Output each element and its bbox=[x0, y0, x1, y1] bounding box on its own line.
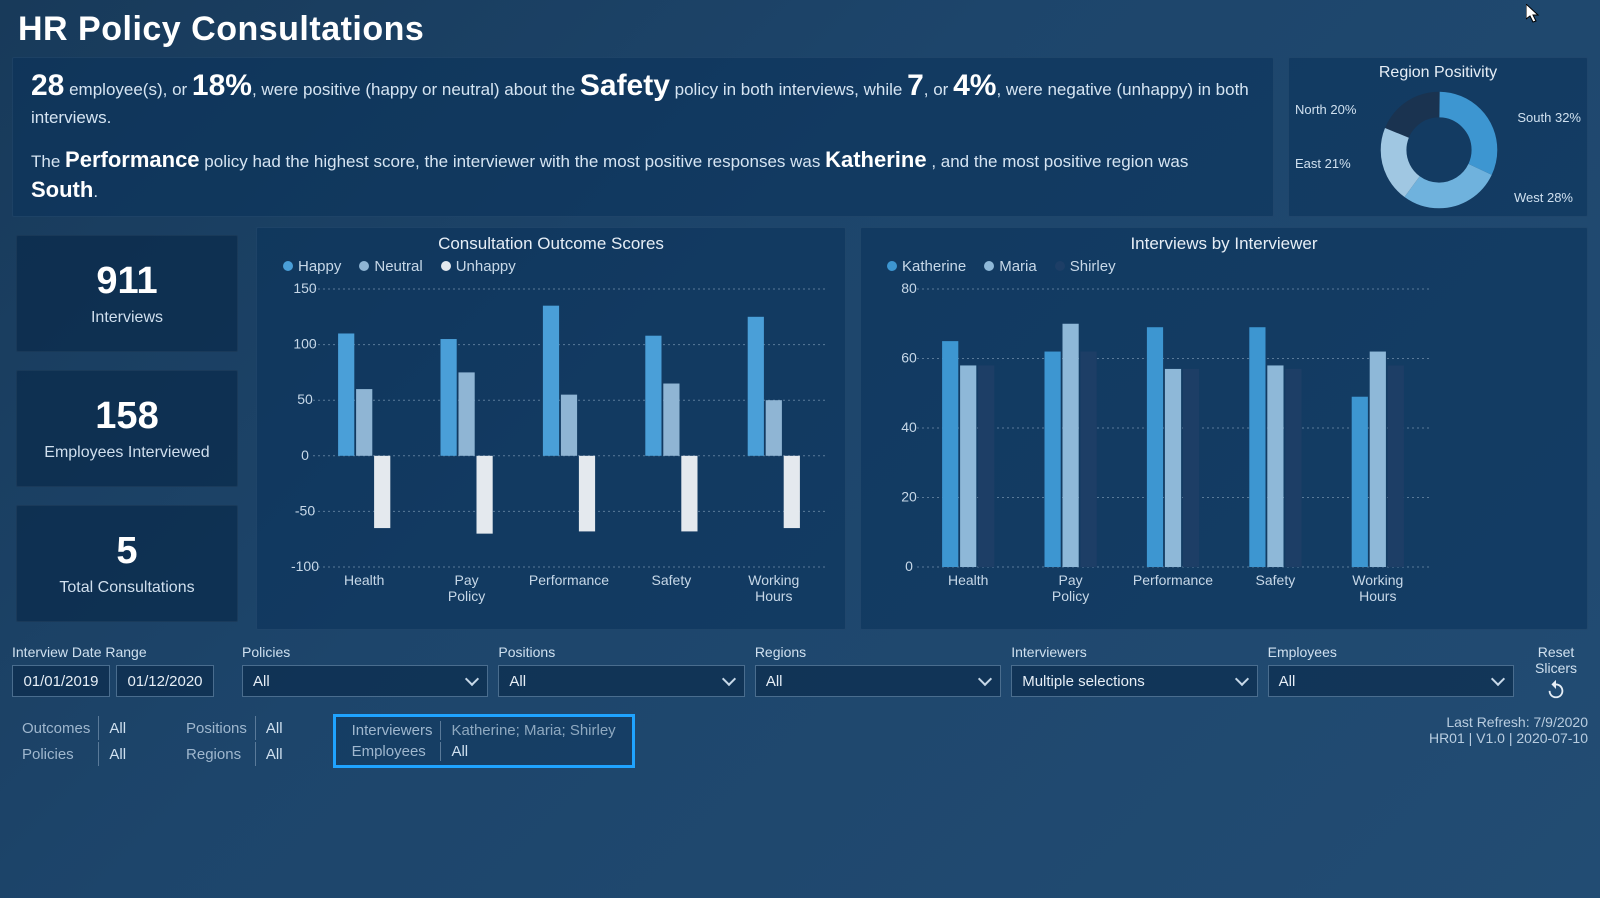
chevron-down-icon bbox=[722, 672, 736, 686]
svg-text:80: 80 bbox=[901, 281, 917, 296]
reset-icon bbox=[1545, 678, 1567, 700]
svg-text:Performance: Performance bbox=[1133, 572, 1213, 588]
policies-dropdown[interactable]: All bbox=[242, 665, 488, 697]
chevron-down-icon bbox=[465, 672, 479, 686]
footer-bar: OutcomesAll PoliciesAll PositionsAll Reg… bbox=[0, 708, 1600, 768]
svg-text:Working: Working bbox=[748, 572, 799, 588]
svg-text:Policy: Policy bbox=[1052, 588, 1089, 604]
kpi-interviews: 911Interviews bbox=[16, 235, 238, 352]
outcome-scores-chart: Consultation Outcome Scores Happy Neutra… bbox=[256, 227, 846, 630]
region-positivity-chart: Region Positivity North 20% South 32% Ea… bbox=[1288, 57, 1588, 217]
svg-text:0: 0 bbox=[301, 447, 309, 463]
svg-text:150: 150 bbox=[293, 281, 317, 296]
svg-text:Health: Health bbox=[344, 572, 384, 588]
svg-text:20: 20 bbox=[901, 489, 917, 505]
svg-text:60: 60 bbox=[901, 350, 917, 366]
reset-slicers-button[interactable]: Reset Slicers bbox=[1524, 644, 1588, 700]
page-title: HR Policy Consultations bbox=[0, 0, 1600, 57]
date-from-input[interactable]: 01/01/2019 bbox=[12, 665, 110, 697]
svg-text:Hours: Hours bbox=[1359, 588, 1396, 604]
svg-text:Safety: Safety bbox=[652, 572, 692, 588]
svg-text:-100: -100 bbox=[291, 558, 319, 574]
svg-text:Policy: Policy bbox=[448, 588, 485, 604]
svg-text:0: 0 bbox=[905, 558, 913, 574]
svg-text:Pay: Pay bbox=[1059, 572, 1083, 588]
employees-dropdown[interactable]: All bbox=[1268, 665, 1514, 697]
svg-text:Safety: Safety bbox=[1256, 572, 1296, 588]
interviewers-dropdown[interactable]: Multiple selections bbox=[1011, 665, 1257, 697]
svg-text:50: 50 bbox=[297, 391, 313, 407]
svg-text:40: 40 bbox=[901, 419, 917, 435]
kpi-employees: 158Employees Interviewed bbox=[16, 370, 238, 487]
positions-dropdown[interactable]: All bbox=[498, 665, 744, 697]
svg-text:-50: -50 bbox=[295, 502, 315, 518]
regions-dropdown[interactable]: All bbox=[755, 665, 1001, 697]
svg-text:100: 100 bbox=[293, 336, 317, 352]
svg-text:Performance: Performance bbox=[529, 572, 609, 588]
svg-text:Pay: Pay bbox=[455, 572, 479, 588]
date-range-label: Interview Date Range bbox=[12, 644, 232, 660]
svg-text:Hours: Hours bbox=[755, 588, 792, 604]
chevron-down-icon bbox=[1235, 672, 1249, 686]
svg-text:Health: Health bbox=[948, 572, 988, 588]
svg-text:Working: Working bbox=[1352, 572, 1403, 588]
narrative-card: 28 employee(s), or 18%, were positive (h… bbox=[12, 57, 1274, 217]
kpi-consultations: 5Total Consultations bbox=[16, 505, 238, 622]
date-to-input[interactable]: 01/12/2020 bbox=[116, 665, 214, 697]
chevron-down-icon bbox=[1491, 672, 1505, 686]
interviewers-filter-highlight: InterviewersKatherine; Maria; Shirley Em… bbox=[333, 714, 635, 768]
chevron-down-icon bbox=[978, 672, 992, 686]
interviewer-chart: Interviews by Interviewer Katherine Mari… bbox=[860, 227, 1588, 630]
